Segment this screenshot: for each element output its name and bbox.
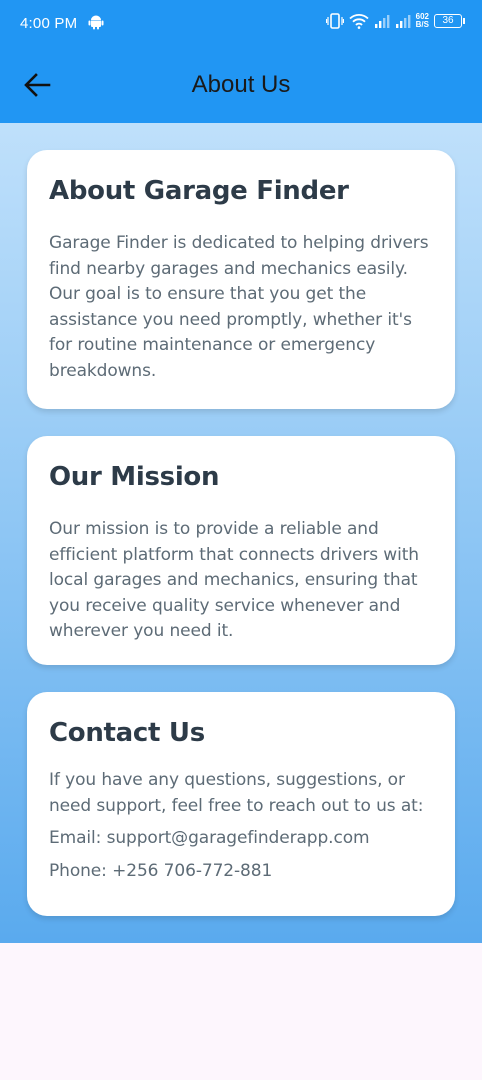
status-icons: 602 B/S 36 [325,13,465,29]
battery-icon: 36 [434,14,465,28]
signal-icon [374,15,390,28]
status-bar: 4:00 PM 602 B/S 36 [0,0,482,46]
status-time: 4:00 PM [20,15,78,32]
about-title: About Garage Finder [49,176,349,206]
about-body: Garage Finder is dedicated to helping dr… [49,233,429,381]
app-bar: 4:00 PM 602 B/S 36 About Us [0,0,482,123]
toolbar: About Us [0,46,482,123]
android-icon [88,15,104,30]
mission-title: Our Mission [49,462,220,492]
mission-body: Our mission is to provide a reliable and… [49,519,419,642]
vibrate-icon [325,13,344,29]
contact-card: Contact Us If you have any questions, su… [27,692,455,916]
speed-unit: B/S [415,20,429,29]
wifi-icon [349,14,369,29]
mission-card: Our Mission Our mission is to provide a … [27,436,455,665]
signal-icon-2 [395,15,411,28]
contact-title: Contact Us [49,718,205,748]
network-speed: 602 B/S [416,13,429,29]
page-title: About Us [191,71,291,98]
battery-level: 36 [442,15,454,26]
contact-intro: If you have any questions, suggestions, … [49,770,424,816]
contact-email[interactable]: Email: support@garagefinderapp.com [49,826,433,852]
contact-phone[interactable]: Phone: +256 706-772-881 [49,859,433,885]
about-card: About Garage Finder Garage Finder is ded… [27,150,455,409]
